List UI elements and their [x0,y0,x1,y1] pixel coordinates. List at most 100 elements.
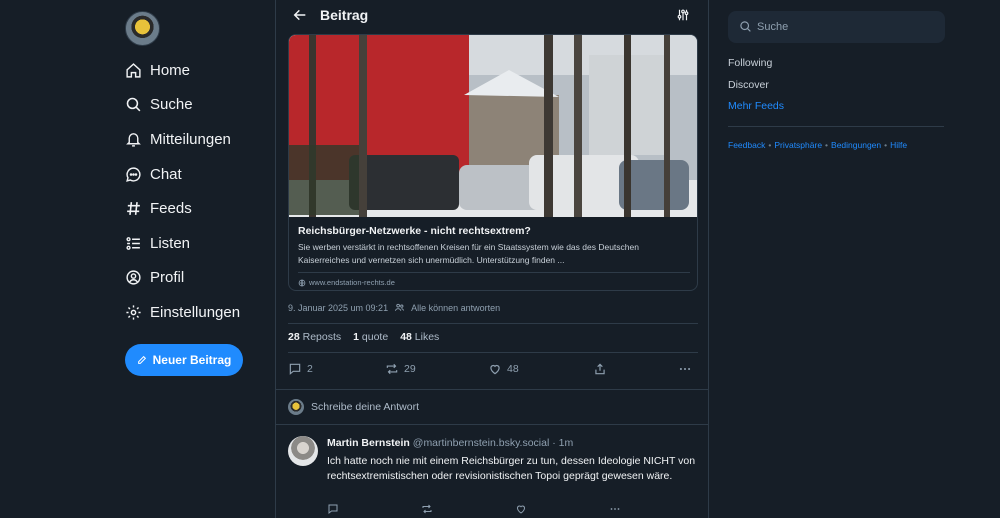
comment-icon[interactable] [327,503,339,515]
author-name[interactable]: Martin Bernstein [327,437,410,449]
post-meta: 9. Januar 2025 um 09:21 Alle können antw… [288,302,500,313]
user-circle-icon [126,269,141,285]
share-button[interactable] [593,362,607,376]
nav-label: Listen [150,234,191,252]
divider [288,323,698,324]
reply-post[interactable]: Martin Bernstein @martinbernstein.bsky.s… [276,426,708,518]
nav-item-lists[interactable]: Listen [125,231,190,255]
likes-label: Likes [414,331,440,343]
likes-count: 48 [400,331,412,343]
heart-icon [490,364,500,375]
search-icon [126,97,141,111]
nav-label: Home [150,61,191,79]
comment-icon [289,363,301,375]
likes-stat[interactable]: 48 Likes [400,331,439,343]
divider [288,352,698,353]
list-icon [126,236,140,250]
more-feeds-link[interactable]: Mehr Feeds [728,100,784,112]
footer-link-privacy[interactable]: Privatsphäre [774,140,822,150]
nav-label: Mitteilungen [150,130,231,148]
user-avatar[interactable] [125,11,160,46]
quotes-stat[interactable]: 1 quote [353,331,388,343]
reply-header: Martin Bernstein @martinbernstein.bsky.s… [327,437,573,449]
repost-count: 29 [404,363,416,375]
users-icon [395,303,405,311]
app-root: Home Suche Mitteilungen Chat Feeds Liste… [0,0,1000,518]
divider [728,126,944,127]
nav-label: Profil [150,268,185,286]
feed-link-following[interactable]: Following [728,57,772,69]
new-post-button[interactable]: Neuer Beitrag [125,344,243,376]
ellipsis-icon [679,367,691,371]
link-preview-domain: www.endstation-rechts.de [298,278,690,287]
nav-item-search[interactable]: Suche [125,92,193,116]
reply-placeholder: Schreibe deine Antwort [311,401,419,413]
search-icon [740,21,751,32]
reply-count: 2 [307,363,313,375]
reposts-stat[interactable]: 28 Reposts [288,331,341,343]
reposts-count: 28 [288,331,300,343]
nav-label: Chat [150,165,182,183]
link-preview-image [289,35,697,217]
globe-icon [298,279,306,286]
reply-setting[interactable]: Alle können antworten [411,303,500,313]
search-input[interactable] [757,19,937,35]
quotes-count: 1 [353,331,359,343]
more-options-button[interactable] [678,362,692,376]
hash-icon [127,201,140,215]
feed-link-discover[interactable]: Discover [728,79,769,91]
nav-label: Einstellungen [150,303,241,321]
like-count: 48 [507,363,519,375]
reply-composer[interactable]: Schreibe deine Antwort [276,389,708,425]
page-title: Beitrag [320,7,369,23]
edit-icon [137,355,146,364]
reposts-label: Reposts [302,331,342,343]
post-actions: 2 29 48 [288,362,698,378]
nav-label: Feeds [150,199,192,217]
post-stats: 28 Reposts 1 quote 48 Likes [288,331,439,343]
gear-icon [126,304,141,320]
nav-label: Suche [150,95,193,113]
ellipsis-icon[interactable] [609,503,621,515]
share-icon [595,363,605,375]
nav-item-feeds[interactable]: Feeds [125,196,192,220]
home-icon [126,62,141,78]
avatar [288,399,304,415]
nav-item-chat[interactable]: Chat [125,162,182,186]
snowy-street-photo [289,35,697,217]
post-thread: Beitrag Reichsbürger-Netzwerke - nicht r… [275,0,709,518]
post-timestamp: 9. Januar 2025 um 09:21 [288,302,389,313]
domain-text: www.endstation-rechts.de [309,278,395,287]
quotes-label: quote [361,331,389,343]
author-handle[interactable]: @martinbernstein.bsky.social [413,437,550,449]
like-button[interactable]: 48 [488,362,519,376]
link-preview-body: Reichsbürger-Netzwerke - nicht rechtsext… [289,217,697,290]
nav-item-notifications[interactable]: Mitteilungen [125,127,231,151]
link-preview-description: Sie werben verstärkt in rechtsoffenen Kr… [298,242,639,265]
link-preview-title: Reichsbürger-Netzwerke - nicht rechtsext… [298,225,531,237]
repost-icon [386,363,398,375]
heart-icon[interactable] [515,503,527,515]
nav-item-settings[interactable]: Einstellungen [125,300,240,324]
footer-link-feedback[interactable]: Feedback [728,140,765,150]
arrow-left-icon[interactable] [292,7,308,23]
thread-header: Beitrag [276,0,708,30]
reply-button[interactable]: 2 [288,362,313,376]
repost-button[interactable]: 29 [385,362,416,376]
footer-links: Feedback • Privatsphäre • Bedingungen • Hilfe [728,140,908,150]
divider [298,272,690,273]
reply-actions [327,503,627,515]
link-preview-card[interactable]: Reichsbürger-Netzwerke - nicht rechtsext… [288,34,698,291]
nav-item-home[interactable]: Home [125,58,190,82]
new-post-label: Neuer Beitrag [152,353,232,367]
footer-link-help[interactable]: Hilfe [890,140,907,150]
post-time: · 1m [552,437,574,449]
repost-icon[interactable] [421,503,433,515]
sliders-icon[interactable] [676,8,690,22]
reply-text: Ich hatte noch nie mit einem Reichsbürge… [327,455,696,482]
footer-link-terms[interactable]: Bedingungen [831,140,881,150]
nav-item-profile[interactable]: Profil [125,265,184,289]
search-box[interactable] [728,11,945,43]
bell-icon [126,132,141,147]
avatar[interactable] [288,436,318,466]
